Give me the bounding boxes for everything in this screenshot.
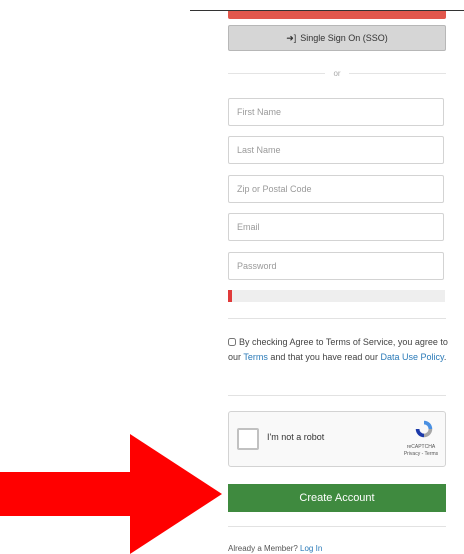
recaptcha-label: I'm not a robot xyxy=(267,432,325,442)
recaptcha-brand-text: reCAPTCHA xyxy=(406,444,436,450)
terms-suffix-text: . xyxy=(443,352,447,362)
terms-link[interactable]: Terms xyxy=(243,352,268,362)
zip-code-field[interactable] xyxy=(228,175,444,203)
recaptcha-logo-icon xyxy=(415,420,433,438)
terms-middle-text: and that you have read our xyxy=(267,352,381,362)
red-arrow-annotation-icon xyxy=(0,434,222,554)
or-text: or xyxy=(333,68,341,78)
recaptcha-brand: reCAPTCHA Privacy - Terms xyxy=(401,444,441,458)
section-divider xyxy=(228,526,446,527)
already-member-text: Already a Member? Log In xyxy=(228,544,322,553)
recaptcha-widget: I'm not a robot reCAPTCHA Privacy - Term… xyxy=(228,411,446,467)
data-use-policy-link[interactable]: Data Use Policy xyxy=(380,352,443,362)
terms-agreement: By checking Agree to Terms of Service, y… xyxy=(228,335,448,365)
sso-button-label: Single Sign On (SSO) xyxy=(300,33,388,43)
or-line-left xyxy=(228,72,326,74)
sign-in-icon: ➜] xyxy=(286,32,297,43)
password-field[interactable] xyxy=(228,252,444,280)
sso-button[interactable]: ➜] Single Sign On (SSO) xyxy=(228,25,446,51)
or-separator: or xyxy=(228,66,446,80)
social-login-button[interactable] xyxy=(228,11,446,19)
create-account-button[interactable]: Create Account xyxy=(228,484,446,512)
section-divider xyxy=(228,318,446,319)
first-name-field[interactable] xyxy=(228,98,444,126)
recaptcha-privacy-terms-links[interactable]: Privacy - Terms xyxy=(401,451,441,458)
password-strength-meter xyxy=(228,290,445,302)
already-member-prompt: Already a Member? xyxy=(228,544,301,553)
terms-checkbox[interactable] xyxy=(228,338,236,346)
recaptcha-checkbox[interactable] xyxy=(237,428,259,450)
log-in-link[interactable]: Log In xyxy=(300,544,322,553)
email-field[interactable] xyxy=(228,213,444,241)
password-strength-fill xyxy=(228,290,233,302)
or-line-right xyxy=(348,72,446,74)
section-divider xyxy=(228,395,446,396)
last-name-field[interactable] xyxy=(228,136,444,164)
